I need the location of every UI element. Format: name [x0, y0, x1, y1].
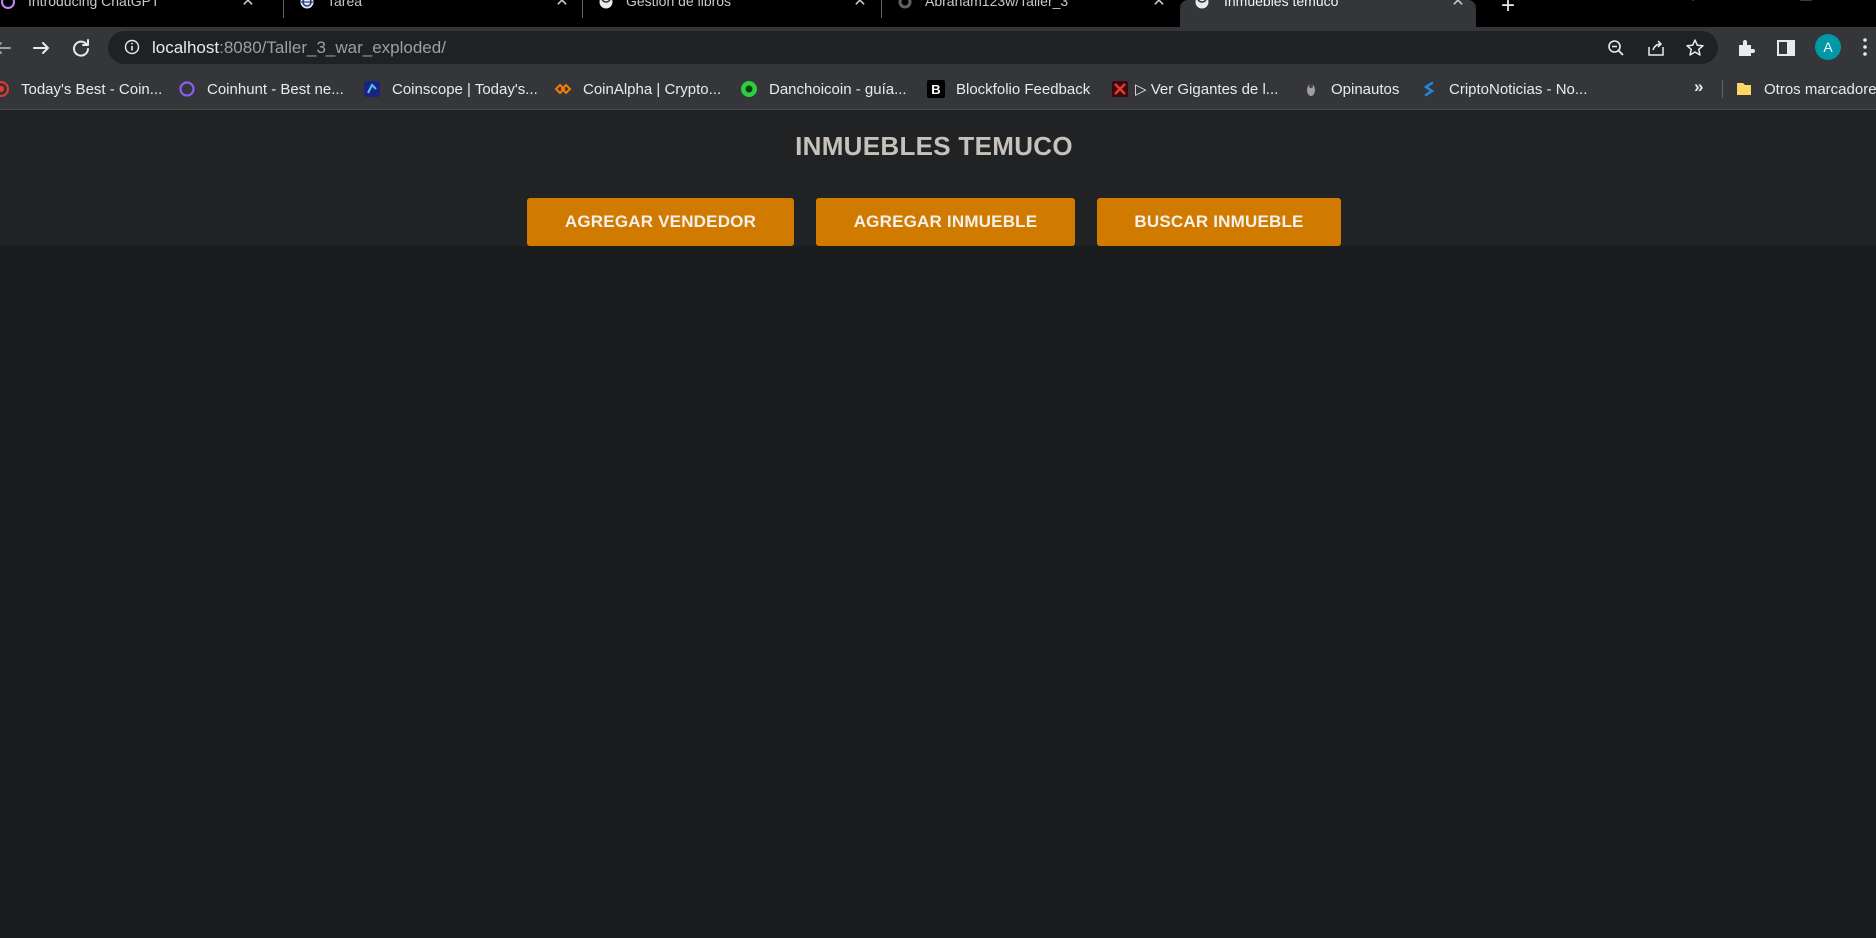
url-host: localhost: [152, 38, 220, 57]
coinalpha-icon: [554, 83, 572, 95]
tab-inmuebles-temuco[interactable]: Inmuebles temuco ✕: [1180, 0, 1476, 27]
share-icon[interactable]: [1646, 38, 1666, 58]
agregar-vendedor-button[interactable]: AGREGAR VENDEDOR: [527, 198, 794, 246]
address-bar[interactable]: localhost:8080/Taller_3_war_exploded/: [108, 31, 1718, 64]
close-tab-icon[interactable]: ✕: [554, 0, 570, 10]
blockfolio-icon: B: [927, 80, 945, 98]
gigantes-icon: [1112, 81, 1128, 97]
bookmark-ver-gigantes[interactable]: ▷ Ver Gigantes de l...: [1111, 78, 1278, 100]
coinscope-icon: [364, 81, 380, 97]
bookmark-star-icon[interactable]: [1685, 38, 1705, 58]
page-title: INMUEBLES TEMUCO: [795, 131, 1073, 161]
bookmark-criptonoticias[interactable]: CriptoNoticias - No...: [1420, 78, 1587, 100]
tab-search-icon[interactable]: [1686, 0, 1700, 6]
github-icon: [898, 0, 912, 9]
folder-icon: [1737, 83, 1751, 95]
page-header: INMUEBLES TEMUCO AGREGAR VENDEDOR AGREGA…: [0, 111, 1876, 246]
criptonoticias-icon: [1423, 81, 1435, 97]
tab-title: Introducing ChatGPT: [28, 0, 160, 9]
site-info-icon[interactable]: [124, 39, 140, 55]
tab-title: Tarea: [327, 0, 363, 9]
bookmark-coinalpha[interactable]: CoinAlpha | Crypto...: [554, 78, 721, 100]
tab-introducing-chatgpt[interactable]: Introducing ChatGPT ✕: [0, 0, 282, 27]
tab-title: Abraham123w/Taller_3: [925, 0, 1069, 9]
bookmark-todays-best[interactable]: Today's Best - Coin...: [0, 78, 162, 100]
tab-divider: [582, 0, 583, 18]
url-path: :8080/Taller_3_war_exploded/: [219, 38, 446, 57]
minimize-icon[interactable]: [1742, 0, 1756, 6]
new-tab-button[interactable]: +: [1496, 0, 1520, 18]
red-target-icon: [0, 81, 9, 97]
maximize-icon[interactable]: [1799, 0, 1813, 6]
side-panel-icon[interactable]: [1775, 37, 1797, 59]
agregar-inmueble-button[interactable]: AGREGAR INMUEBLE: [816, 198, 1075, 246]
extensions-icon[interactable]: [1735, 37, 1757, 59]
tab-gestion-de-libros[interactable]: Gestion de libros ✕: [584, 0, 880, 27]
tab-tarea[interactable]: Tarea ✕: [285, 0, 581, 27]
globe-icon: [599, 0, 613, 9]
reload-icon[interactable]: [68, 35, 94, 61]
tab-divider: [283, 0, 284, 18]
bookmark-danchoicoin[interactable]: Danchoicoin - guía...: [740, 78, 907, 100]
bookmarks-bar: Today's Best - Coin... Coinhunt - Best n…: [0, 68, 1876, 110]
globe-grid-icon: [300, 0, 314, 9]
bookmark-blockfolio[interactable]: B Blockfolio Feedback: [927, 78, 1090, 100]
tab-title: Inmuebles temuco: [1224, 0, 1339, 9]
tab-title: Gestion de libros: [626, 0, 732, 9]
close-tab-icon[interactable]: ✕: [852, 0, 868, 10]
url-text[interactable]: localhost:8080/Taller_3_war_exploded/: [152, 38, 446, 58]
bookmark-coinscope[interactable]: Coinscope | Today's...: [363, 78, 538, 100]
browser-toolbar: localhost:8080/Taller_3_war_exploded/ A: [0, 27, 1876, 68]
close-tab-icon[interactable]: ✕: [1151, 0, 1167, 10]
svg-text:B: B: [931, 82, 940, 97]
tab-github-taller-3[interactable]: Abraham123w/Taller_3 ✕: [883, 0, 1179, 27]
openai-icon: [1, 0, 15, 9]
tab-divider: [881, 0, 882, 18]
tab-strip: Introducing ChatGPT ✕ Tarea ✕ Gestion de…: [0, 0, 1876, 27]
close-tab-icon[interactable]: ✕: [1450, 0, 1466, 10]
globe-icon: [1195, 0, 1209, 9]
buscar-inmueble-button[interactable]: BUSCAR INMUEBLE: [1097, 198, 1341, 246]
bookmark-coinhunt[interactable]: Coinhunt - Best ne...: [178, 78, 344, 100]
danchoicoin-icon: [741, 81, 757, 97]
bookmark-opinautos[interactable]: Opinautos: [1302, 78, 1399, 100]
opinautos-icon: [1307, 84, 1315, 96]
forward-icon[interactable]: [28, 35, 54, 61]
back-icon[interactable]: [0, 35, 16, 61]
coinhunt-icon: [179, 81, 195, 97]
menu-kebab-icon[interactable]: [1860, 36, 1870, 58]
zoom-icon[interactable]: [1606, 38, 1626, 58]
close-tab-icon[interactable]: ✕: [240, 0, 256, 10]
bookmarks-overflow-button[interactable]: »: [1694, 77, 1703, 97]
bookmarks-divider: [1722, 80, 1723, 98]
bookmark-folder-otros[interactable]: Otros marcadores: [1735, 78, 1876, 100]
profile-avatar[interactable]: A: [1815, 34, 1841, 60]
